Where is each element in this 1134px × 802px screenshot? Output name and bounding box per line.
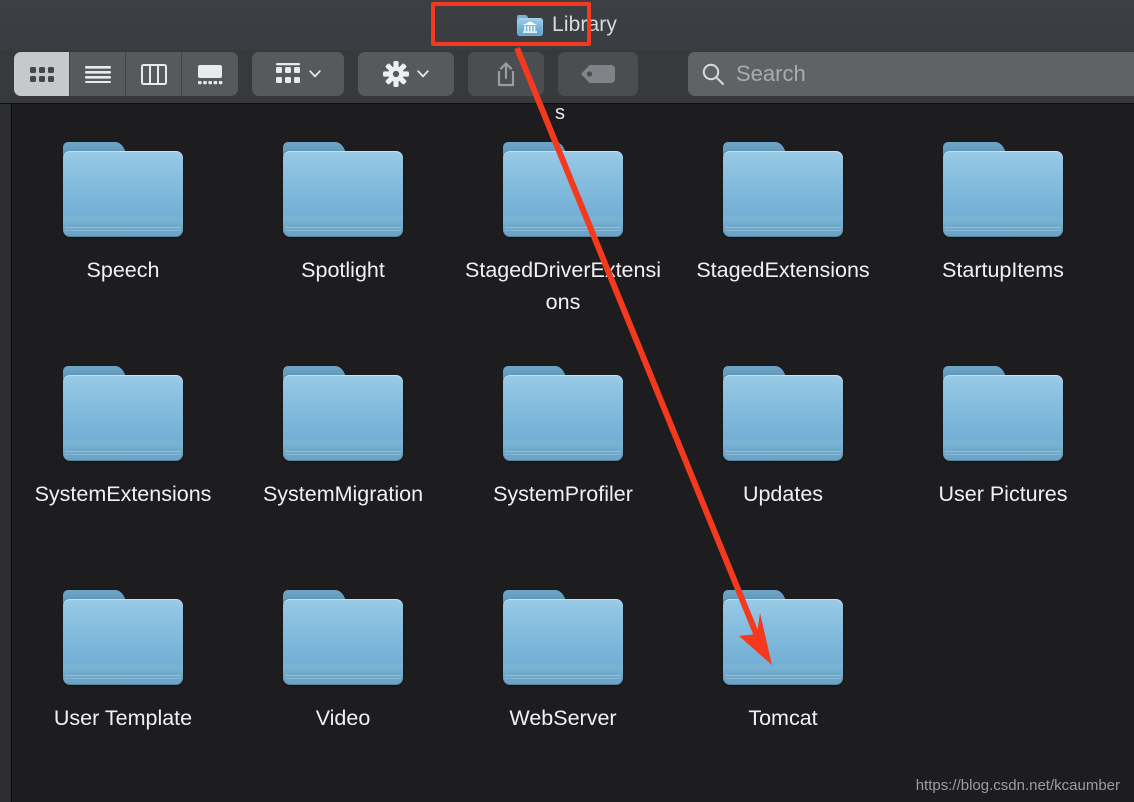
file-grid-area: s Speech Spotlight StagedDriverExtension… <box>0 104 1134 802</box>
file-item-systemmigration[interactable]: SystemMigration <box>233 358 453 582</box>
file-item-label: User Template <box>53 706 193 730</box>
window-title: Library <box>0 0 1134 50</box>
window-left-edge <box>0 104 12 802</box>
tag-icon <box>581 65 615 83</box>
folder-icon <box>63 366 183 461</box>
share-button[interactable] <box>468 52 544 96</box>
columns-icon <box>140 63 167 85</box>
list-view-button[interactable] <box>70 52 126 96</box>
action-menu-button[interactable] <box>358 52 454 96</box>
file-item-stageddriverextensions[interactable]: StagedDriverExtensions <box>453 134 673 358</box>
file-item-tomcat[interactable]: Tomcat <box>673 582 893 802</box>
file-item-label: Video <box>315 706 371 730</box>
list-icon <box>84 66 111 83</box>
folder-icon <box>503 366 623 461</box>
finder-window: Library Search s Speech Spotlight Staged… <box>0 0 1134 802</box>
file-item-systemprofiler[interactable]: SystemProfiler <box>453 358 673 582</box>
file-item-speech[interactable]: Speech <box>13 134 233 358</box>
file-item-spotlight[interactable]: Spotlight <box>233 134 453 358</box>
group-icon <box>276 63 300 83</box>
file-item-label: StagedExtensions <box>696 258 870 282</box>
folder-icon <box>503 590 623 685</box>
icon-view-button[interactable] <box>14 52 70 96</box>
file-item-label: Spotlight <box>301 258 385 282</box>
folder-icon <box>63 590 183 685</box>
folder-icon <box>63 142 183 237</box>
share-icon <box>497 62 515 87</box>
file-item-label: StartupItems <box>942 258 1064 282</box>
column-view-button[interactable] <box>126 52 182 96</box>
file-item-startupitems[interactable]: StartupItems <box>893 134 1113 358</box>
view-mode-segmented-control[interactable] <box>14 52 238 96</box>
gallery-view-button[interactable] <box>182 52 238 96</box>
gallery-icon <box>198 64 223 84</box>
file-item-label: User Pictures <box>938 482 1068 506</box>
folder-icon <box>283 142 403 237</box>
folder-icon <box>723 590 843 685</box>
folder-icon <box>943 142 1063 237</box>
window-title-text: Library <box>552 13 617 36</box>
clipped-label: s <box>555 104 565 124</box>
file-item-label: SystemProfiler <box>493 482 633 506</box>
file-item-empty <box>893 582 1113 802</box>
file-item-label: Tomcat <box>748 706 818 730</box>
folder-icon <box>503 142 623 237</box>
title-bar: Library <box>0 0 1134 50</box>
folder-icon <box>283 366 403 461</box>
toolbar: Search <box>0 50 1134 104</box>
grid-row: User Template Video WebServer Tomcat <box>13 582 1134 802</box>
file-item-updates[interactable]: Updates <box>673 358 893 582</box>
gear-icon <box>383 61 409 87</box>
file-item-user-template[interactable]: User Template <box>13 582 233 802</box>
folder-icon <box>283 590 403 685</box>
search-placeholder: Search <box>736 61 806 86</box>
group-items-button[interactable] <box>252 52 344 96</box>
search-icon <box>702 63 724 85</box>
file-item-stagedextensions[interactable]: StagedExtensions <box>673 134 893 358</box>
file-item-user-pictures[interactable]: User Pictures <box>893 358 1113 582</box>
grid-row: Speech Spotlight StagedDriverExtensions … <box>13 134 1134 358</box>
clipped-row-above: s <box>0 104 1134 132</box>
file-item-label: Speech <box>86 258 160 282</box>
file-item-webserver[interactable]: WebServer <box>453 582 673 802</box>
file-item-label: Updates <box>742 482 824 506</box>
file-item-video[interactable]: Video <box>233 582 453 802</box>
chevron-down-icon <box>417 70 429 78</box>
file-item-label: StagedDriverExtensions <box>465 258 661 314</box>
grid-row: SystemExtensions SystemMigration SystemP… <box>13 358 1134 582</box>
edit-tags-button[interactable] <box>558 52 638 96</box>
library-folder-icon <box>517 14 544 36</box>
grid-icon <box>29 67 54 82</box>
chevron-down-icon <box>309 70 321 78</box>
icon-grid: Speech Spotlight StagedDriverExtensions … <box>13 134 1134 802</box>
folder-icon <box>723 142 843 237</box>
file-item-label: SystemMigration <box>262 482 424 506</box>
folder-icon <box>943 366 1063 461</box>
file-item-label: SystemExtensions <box>34 482 212 506</box>
file-item-systemextensions[interactable]: SystemExtensions <box>13 358 233 582</box>
folder-icon <box>723 366 843 461</box>
watermark: https://blog.csdn.net/kcaumber <box>915 777 1120 794</box>
file-item-label: WebServer <box>509 706 617 730</box>
search-field[interactable]: Search <box>688 52 1134 96</box>
bank-glyph-icon <box>522 21 538 33</box>
